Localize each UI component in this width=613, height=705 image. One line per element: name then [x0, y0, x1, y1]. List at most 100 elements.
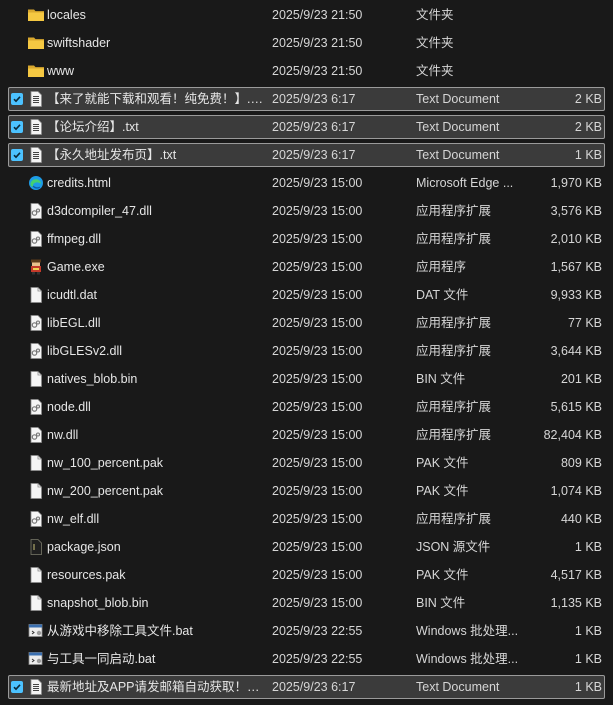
file-row[interactable]: d3dcompiler_47.dll 2025/9/23 15:00 应用程序扩展 3…: [8, 199, 605, 223]
file-name: libGLESv2.dll: [47, 344, 123, 358]
file-size: 201 KB: [560, 372, 602, 386]
file-row[interactable]: 最新地址及APP请发邮箱自动获取！！... 2025/9/23 6:17 Text …: [8, 675, 605, 699]
file-date-modified: 2025/9/23 15:00: [272, 176, 363, 190]
file-type: Text Document: [416, 680, 500, 694]
file-size: 2 KB: [574, 120, 602, 134]
file-date-modified: 2025/9/23 6:17: [272, 680, 356, 694]
blank-file-icon: [27, 287, 45, 303]
json-file-icon: [27, 539, 45, 555]
file-row[interactable]: ffmpeg.dll 2025/9/23 15:00 应用程序扩展 2,010 KB: [8, 227, 605, 251]
file-row[interactable]: nw.dll 2025/9/23 15:00 应用程序扩展 82,404 KB: [8, 423, 605, 447]
blank-file-icon: [27, 371, 45, 387]
file-row[interactable]: snapshot_blob.bin 2025/9/23 15:00 BIN 文件 1,…: [8, 591, 605, 615]
file-type: 应用程序: [416, 260, 467, 274]
file-row[interactable]: node.dll 2025/9/23 15:00 应用程序扩展 5,615 KB: [8, 395, 605, 419]
file-row[interactable]: resources.pak 2025/9/23 15:00 PAK 文件 4,517 …: [8, 563, 605, 587]
file-date-modified: 2025/9/23 15:00: [272, 316, 363, 330]
file-name: 【永久地址发布页】.txt: [47, 148, 177, 162]
file-size: 4,517 KB: [550, 568, 602, 582]
file-size: 1,567 KB: [550, 260, 602, 274]
file-row[interactable]: package.json 2025/9/23 15:00 JSON 源文件 1 KB: [8, 535, 605, 559]
file-row[interactable]: www 2025/9/23 21:50 文件夹: [8, 59, 605, 83]
file-date-modified: 2025/9/23 15:00: [272, 372, 363, 386]
file-name: 【论坛介绍】.txt: [47, 120, 139, 134]
file-size: 1,074 KB: [550, 484, 602, 498]
file-type: PAK 文件: [416, 484, 469, 498]
file-row[interactable]: swiftshader 2025/9/23 21:50 文件夹: [8, 31, 605, 55]
file-name: swiftshader: [47, 36, 111, 50]
file-row[interactable]: 【来了就能下载和观看！纯免费！】.txt 2025/9/23 6:17 Text D…: [8, 87, 605, 111]
file-date-modified: 2025/9/23 6:17: [272, 120, 356, 134]
file-row[interactable]: 从游戏中移除工具文件.bat 2025/9/23 22:55 Windows 批处理…: [8, 619, 605, 643]
file-row[interactable]: Game.exe 2025/9/23 15:00 应用程序 1,567 KB: [8, 255, 605, 279]
blank-file-icon: [27, 483, 45, 499]
file-name: ffmpeg.dll: [47, 232, 101, 246]
file-type: Text Document: [416, 120, 500, 134]
file-type: Windows 批处理...: [416, 652, 519, 666]
file-type: 应用程序扩展: [416, 400, 492, 414]
batch-file-icon: [27, 623, 45, 639]
file-row[interactable]: icudtl.dat 2025/9/23 15:00 DAT 文件 9,933 KB: [8, 283, 605, 307]
file-date-modified: 2025/9/23 15:00: [272, 512, 363, 526]
text-file-icon: [27, 147, 45, 163]
game-exe-icon: [27, 259, 45, 275]
file-row[interactable]: nw_elf.dll 2025/9/23 15:00 应用程序扩展 440 KB: [8, 507, 605, 531]
file-name: d3dcompiler_47.dll: [47, 204, 152, 218]
row-checkbox[interactable]: [11, 121, 23, 133]
file-name: nw_elf.dll: [47, 512, 100, 526]
file-name: locales: [47, 8, 86, 22]
text-file-icon: [27, 119, 45, 135]
file-type: 应用程序扩展: [416, 232, 492, 246]
file-date-modified: 2025/9/23 21:50: [272, 8, 363, 22]
file-date-modified: 2025/9/23 15:00: [272, 484, 363, 498]
file-size: 2,010 KB: [550, 232, 602, 246]
file-row[interactable]: 与工具一同启动.bat 2025/9/23 22:55 Windows 批处理...…: [8, 647, 605, 671]
file-row[interactable]: nw_200_percent.pak 2025/9/23 15:00 PAK 文件 1…: [8, 479, 605, 503]
file-date-modified: 2025/9/23 21:50: [272, 36, 363, 50]
file-name: resources.pak: [47, 568, 126, 582]
file-date-modified: 2025/9/23 15:00: [272, 204, 363, 218]
file-name: 【来了就能下载和观看！纯免费！】.txt: [47, 92, 263, 106]
dll-file-icon: [27, 315, 45, 331]
file-date-modified: 2025/9/23 6:17: [272, 148, 356, 162]
file-size: 1 KB: [574, 652, 602, 666]
edge-icon: [27, 175, 45, 191]
file-date-modified: 2025/9/23 21:50: [272, 64, 363, 78]
blank-file-icon: [27, 455, 45, 471]
file-type: 文件夹: [416, 8, 454, 22]
file-name: nw_200_percent.pak: [47, 484, 164, 498]
file-name: 最新地址及APP请发邮箱自动获取！！...: [47, 680, 263, 694]
dll-file-icon: [27, 203, 45, 219]
file-size: 1 KB: [574, 540, 602, 554]
file-row[interactable]: credits.html 2025/9/23 15:00 Microsoft Edg…: [8, 171, 605, 195]
file-type: 文件夹: [416, 36, 454, 50]
file-row[interactable]: nw_100_percent.pak 2025/9/23 15:00 PAK 文件 8…: [8, 451, 605, 475]
file-date-modified: 2025/9/23 15:00: [272, 428, 363, 442]
file-type: 应用程序扩展: [416, 204, 492, 218]
file-name: snapshot_blob.bin: [47, 596, 149, 610]
file-type: 应用程序扩展: [416, 344, 492, 358]
file-date-modified: 2025/9/23 15:00: [272, 400, 363, 414]
file-date-modified: 2025/9/23 15:00: [272, 456, 363, 470]
file-row[interactable]: 【论坛介绍】.txt 2025/9/23 6:17 Text Document 2 K…: [8, 115, 605, 139]
file-size: 1 KB: [574, 148, 602, 162]
file-size: 1 KB: [574, 680, 602, 694]
file-row[interactable]: libEGL.dll 2025/9/23 15:00 应用程序扩展 77 KB: [8, 311, 605, 335]
file-row[interactable]: libGLESv2.dll 2025/9/23 15:00 应用程序扩展 3,644 …: [8, 339, 605, 363]
file-type: 应用程序扩展: [416, 428, 492, 442]
file-size: 1 KB: [574, 624, 602, 638]
dll-file-icon: [27, 399, 45, 415]
blank-file-icon: [27, 595, 45, 611]
file-date-modified: 2025/9/23 6:17: [272, 92, 356, 106]
dll-file-icon: [27, 231, 45, 247]
file-row[interactable]: 【永久地址发布页】.txt 2025/9/23 6:17 Text Document…: [8, 143, 605, 167]
file-row[interactable]: natives_blob.bin 2025/9/23 15:00 BIN 文件 201…: [8, 367, 605, 391]
row-checkbox[interactable]: [11, 93, 23, 105]
row-checkbox[interactable]: [11, 681, 23, 693]
file-name: nw_100_percent.pak: [47, 456, 164, 470]
file-size: 9,933 KB: [550, 288, 602, 302]
file-row[interactable]: locales 2025/9/23 21:50 文件夹: [8, 3, 605, 27]
row-checkbox[interactable]: [11, 149, 23, 161]
file-list: locales 2025/9/23 21:50 文件夹 swiftshader 2025…: [0, 0, 613, 705]
file-size: 2 KB: [574, 92, 602, 106]
